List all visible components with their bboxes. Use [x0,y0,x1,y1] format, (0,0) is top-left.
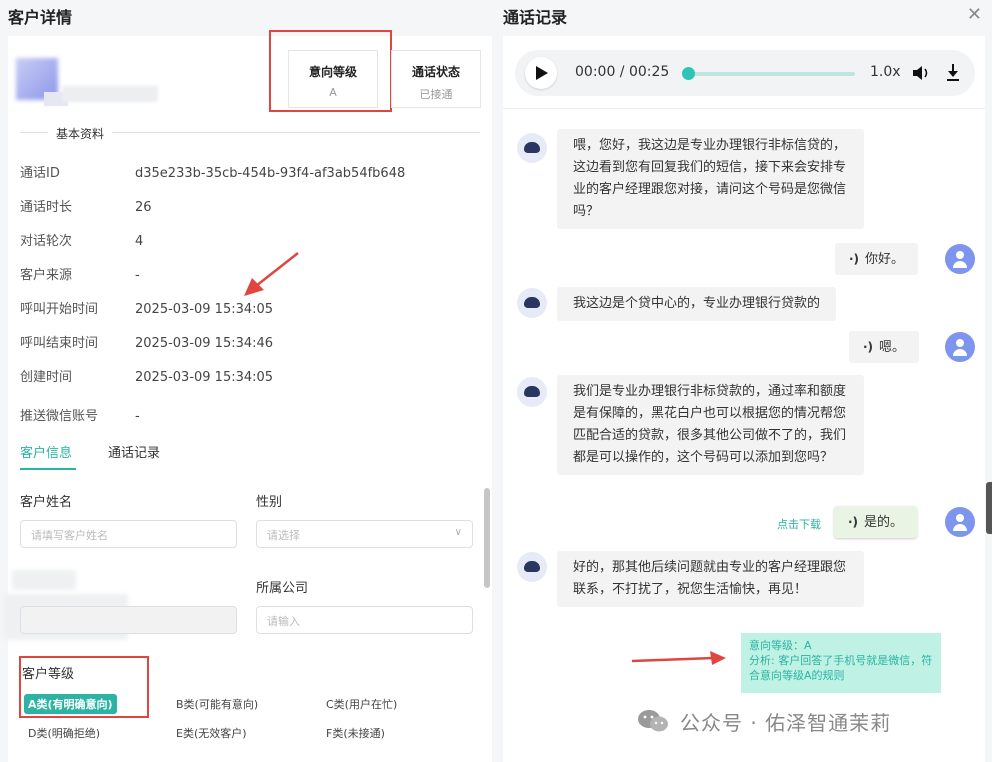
customer-name-blurred [62,86,158,102]
stat-title: 通话状态 [411,65,460,79]
voice-icon: ·) [848,515,859,529]
bot-avatar [517,377,547,407]
blurred-input[interactable] [20,606,237,634]
analysis-text: 分析: 客户回答了手机号就是微信，符合意向等级A的规则 [749,654,933,682]
tab-underline [20,468,76,470]
tab-call-records[interactable]: 通话记录 [108,442,160,461]
user-avatar [945,332,975,362]
progress-handle[interactable] [682,67,695,80]
field-turns: 对话轮次 4 [20,234,144,249]
field-call-id: 通话ID d35e233b-35cb-454b-93f4-af3ab54fb648 [20,166,406,181]
gender-select[interactable]: 请选择 ∨ [256,520,473,548]
field-created: 创建时间 2025-03-09 15:34:05 [20,370,274,385]
volume-icon[interactable] [911,64,931,82]
transcript-card: 00:00 / 00:25 1.0x 喂，您好，我这边是专业办理银行非标信贷的，… [503,36,985,762]
company-label: 所属公司 [256,581,309,596]
grade-option-f[interactable]: F类(未接通) [326,725,385,741]
playback-speed[interactable]: 1.0x [870,64,901,80]
play-icon [536,66,548,80]
chevron-down-icon: ∨ [454,527,462,538]
analysis-grade: 意向等级：A [749,639,812,652]
customer-card: 意向等级 A 通话状态 已接通 基本资料 通话ID d35e233b-35cb-4… [4,30,492,762]
highlight-frame [269,30,392,112]
user-message[interactable]: ·) 你好。 [835,243,919,275]
grade-option-b[interactable]: B类(可能有意向) [176,696,258,712]
detail-tabs: 客户信息 通话记录 [20,442,480,472]
red-arrow-icon [244,252,299,296]
field-call-start: 呼叫开始时间 2025-03-09 15:34:05 [20,302,274,317]
intent-analysis-box: 意向等级：A 分析: 客户回答了手机号就是微信，符合意向等级A的规则 [741,633,941,693]
bot-message: 喂，您好，我这边是专业办理银行非标信贷的，这边看到您有回复我们的短信，接下来会安… [557,129,864,229]
bot-message: 好的，那其他后续问题就由专业的客户经理跟您联系，不打扰了，祝您生活愉快，再见！ [557,551,864,607]
audio-player: 00:00 / 00:25 1.0x [515,50,975,96]
wechat-icon [638,710,668,732]
tab-customer-info[interactable]: 客户信息 [20,442,72,461]
grade-option-d[interactable]: D类(明确拒绝) [28,725,100,741]
stat-call-status: 通话状态 已接通 [391,50,481,108]
company-input[interactable]: 请输入 [256,606,473,634]
download-link[interactable]: 点击下载 [777,516,821,532]
panel-title: 客户详情 [8,8,73,27]
call-record-panel: 通话记录 ✕ 00:00 / 00:25 1.0x 喂，您好，我这边是专业办理银… [495,0,992,762]
stat-value: 已接通 [419,88,453,101]
gender-placeholder: 请选择 [267,529,300,542]
customer-detail-panel: 客户详情 意向等级 A 通话状态 已接通 基本资料 通话ID d35e233b-3… [0,0,495,762]
bot-avatar [517,552,547,582]
user-avatar [945,244,975,274]
field-wechat-account: 推送微信账号 - [20,409,140,424]
close-icon[interactable]: ✕ [967,4,982,25]
voice-icon: ·) [849,252,860,266]
field-source: 客户来源 - [20,268,140,283]
divider [503,108,985,109]
gender-label: 性别 [256,495,283,510]
voice-icon: ·) [863,340,874,354]
blurred-label [12,570,76,590]
field-call-duration: 通话时长 26 [20,200,152,215]
field-call-end: 呼叫结束时间 2025-03-09 15:34:46 [20,336,274,351]
user-avatar [945,507,975,537]
user-message[interactable]: ·) 是的。 [834,506,918,538]
grade-option-e[interactable]: E类(无效客户) [176,725,247,741]
watermark-text: 公众号 · 佑泽智通茉莉 [680,711,892,735]
bot-message: 我这边是个贷中心的，专业办理银行贷款的 [557,287,837,321]
edge-handle [986,482,992,534]
bot-avatar [517,133,547,163]
download-icon[interactable] [945,63,961,83]
scrollbar[interactable] [484,488,490,588]
section-title: 基本资料 [48,125,113,142]
play-button[interactable] [525,57,557,89]
progress-track[interactable] [687,72,855,76]
user-message[interactable]: ·) 嗯。 [849,331,920,363]
bot-avatar [517,288,547,318]
grade-option-c[interactable]: C类(用户在忙) [326,696,397,712]
red-arrow-icon [631,651,726,665]
panel-title: 通话记录 [503,8,568,27]
customer-name-input[interactable]: 请填写客户姓名 [20,520,237,548]
customer-name-label: 客户姓名 [20,495,73,510]
bot-message: 我们是专业办理银行非标贷款的，通过率和额度是有保障的，黑花白户也可以根据您的情况… [557,375,864,475]
grade-option-a[interactable]: A类(有明确意向) [24,694,117,714]
time-display: 00:00 / 00:25 [575,64,670,80]
